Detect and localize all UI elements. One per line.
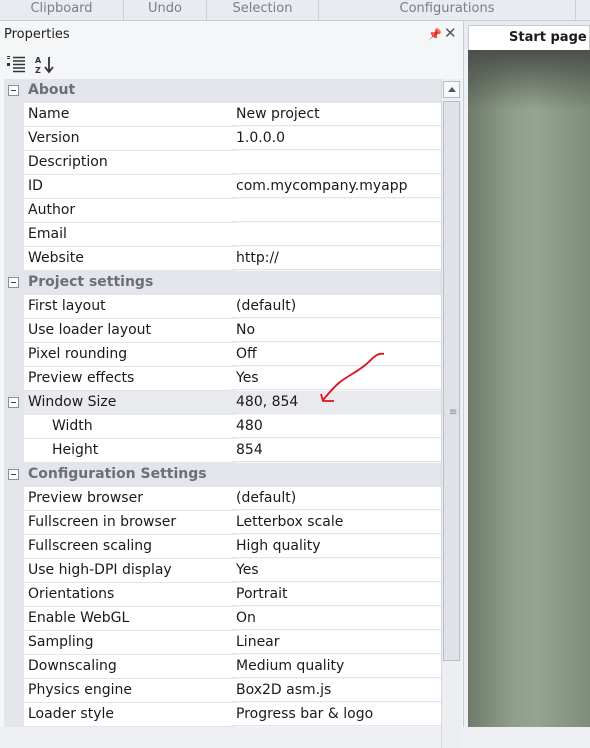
category-configuration-settings[interactable]: Configuration Settings — [4, 463, 441, 487]
annotation-arrow-icon — [320, 352, 385, 402]
property-row-preview-browser[interactable]: Preview browser (default) — [4, 487, 441, 511]
scrollbar-thumb[interactable]: ≡ — [443, 101, 460, 661]
property-row-fullscreen-scaling[interactable]: Fullscreen scaling High quality — [4, 535, 441, 559]
alphabetical-sort-icon[interactable]: A Z — [34, 55, 56, 79]
collapse-icon[interactable] — [8, 85, 19, 96]
ribbon-tab-clipboard[interactable]: Clipboard — [0, 0, 124, 20]
property-value[interactable]: (default) — [231, 487, 441, 510]
svg-text:Z: Z — [35, 66, 41, 75]
property-value[interactable]: 1.0.0.0 — [231, 127, 441, 150]
property-row-loader-style[interactable]: Loader style Progress bar & logo — [4, 703, 441, 727]
property-name: Version — [24, 127, 235, 151]
property-name: Use high-DPI display — [24, 559, 235, 583]
property-name: Sampling — [24, 631, 235, 655]
property-row-orientations[interactable]: Orientations Portrait — [4, 583, 441, 607]
property-row-width[interactable]: Width 480 — [4, 415, 441, 439]
property-value[interactable]: No — [231, 319, 441, 342]
property-row-description[interactable]: Description — [4, 151, 441, 175]
property-row-height[interactable]: Height 854 — [4, 439, 441, 463]
property-value[interactable]: com.mycompany.myapp — [231, 175, 441, 198]
grip-icon: ≡ — [449, 407, 458, 418]
property-row-enable-webgl[interactable]: Enable WebGL On — [4, 607, 441, 631]
property-name: Use loader layout — [24, 319, 235, 343]
property-value[interactable]: http:// — [231, 247, 441, 270]
property-name: Fullscreen scaling — [24, 535, 235, 559]
tab-start-page[interactable]: Start page — [468, 25, 590, 50]
property-row-use-loader-layout[interactable]: Use loader layout No — [4, 319, 441, 343]
collapse-icon[interactable] — [8, 277, 19, 288]
property-value[interactable] — [231, 199, 441, 222]
svg-text:A: A — [35, 56, 42, 65]
property-name: Physics engine — [24, 679, 235, 703]
property-row-physics-engine[interactable]: Physics engine Box2D asm.js — [4, 679, 441, 703]
property-value[interactable]: Progress bar & logo — [231, 703, 441, 726]
property-row-name[interactable]: Name New project — [4, 103, 441, 127]
property-name: Pixel rounding — [24, 343, 235, 367]
close-icon[interactable]: ✕ — [444, 24, 457, 42]
property-row-first-layout[interactable]: First layout (default) — [4, 295, 441, 319]
property-name: Website — [24, 247, 235, 271]
property-row-website[interactable]: Website http:// — [4, 247, 441, 271]
property-value[interactable]: Portrait — [231, 583, 441, 606]
property-value[interactable]: 854 — [231, 439, 441, 462]
layout-canvas[interactable] — [468, 50, 590, 727]
property-name: Window Size — [24, 391, 235, 415]
collapse-icon[interactable] — [8, 397, 19, 408]
property-name: Email — [24, 223, 235, 247]
property-name: Preview effects — [24, 367, 235, 391]
property-name: Orientations — [24, 583, 235, 607]
collapse-icon[interactable] — [8, 469, 19, 480]
property-name: Enable WebGL — [24, 607, 235, 631]
property-grid-scrollbar[interactable]: ≡ — [441, 79, 462, 748]
property-value[interactable]: Yes — [231, 559, 441, 582]
properties-panel: Properties 📌 ✕ A Z About Name New project — [0, 21, 464, 748]
property-value[interactable] — [231, 151, 441, 174]
property-value[interactable]: Linear — [231, 631, 441, 654]
property-value[interactable]: Letterbox scale — [231, 511, 441, 534]
property-name: Loader style — [24, 703, 235, 727]
category-project-settings[interactable]: Project settings — [4, 271, 441, 295]
property-value[interactable]: 480 — [231, 415, 441, 438]
property-row-use-high-dpi-display[interactable]: Use high-DPI display Yes — [4, 559, 441, 583]
property-row-author[interactable]: Author — [4, 199, 441, 223]
panel-title: Properties — [4, 27, 70, 42]
property-name: Width — [24, 415, 235, 439]
property-row-email[interactable]: Email — [4, 223, 441, 247]
property-name: Preview browser — [24, 487, 235, 511]
property-name: Name — [24, 103, 235, 127]
property-value[interactable]: New project — [231, 103, 441, 126]
category-about[interactable]: About — [4, 79, 441, 103]
property-name: Description — [24, 151, 235, 175]
category-label: Configuration Settings — [28, 466, 207, 482]
ribbon-tab-strip: Clipboard Undo Selection Configurations — [0, 0, 590, 21]
property-value[interactable]: Medium quality — [231, 655, 441, 678]
tab-label: Start page — [509, 30, 587, 45]
ribbon-tab-undo[interactable]: Undo — [124, 0, 207, 20]
property-value[interactable]: High quality — [231, 535, 441, 558]
property-name: Downscaling — [24, 655, 235, 679]
property-row-version[interactable]: Version 1.0.0.0 — [4, 127, 441, 151]
ribbon-tab-configurations[interactable]: Configurations — [319, 0, 576, 20]
property-row-id[interactable]: ID com.mycompany.myapp — [4, 175, 441, 199]
property-row-sampling[interactable]: Sampling Linear — [4, 631, 441, 655]
property-name: First layout — [24, 295, 235, 319]
properties-toolbar: A Z — [0, 51, 463, 79]
ribbon-tab-selection[interactable]: Selection — [207, 0, 319, 20]
property-name: ID — [24, 175, 235, 199]
property-value[interactable] — [231, 223, 441, 246]
property-name: Fullscreen in browser — [24, 511, 235, 535]
categorized-view-icon[interactable] — [6, 55, 26, 77]
property-value[interactable]: On — [231, 607, 441, 630]
scroll-up-arrow-icon[interactable] — [443, 81, 460, 98]
property-row-downscaling[interactable]: Downscaling Medium quality — [4, 655, 441, 679]
category-label: About — [28, 82, 76, 98]
category-label: Project settings — [28, 274, 154, 290]
property-value[interactable]: (default) — [231, 295, 441, 318]
property-value[interactable]: Box2D asm.js — [231, 679, 441, 702]
property-row-fullscreen-in-browser[interactable]: Fullscreen in browser Letterbox scale — [4, 511, 441, 535]
property-name: Height — [24, 439, 235, 463]
property-name: Author — [24, 199, 235, 223]
pin-icon[interactable]: 📌 — [428, 28, 442, 41]
layout-canvas-shadow — [468, 50, 590, 110]
